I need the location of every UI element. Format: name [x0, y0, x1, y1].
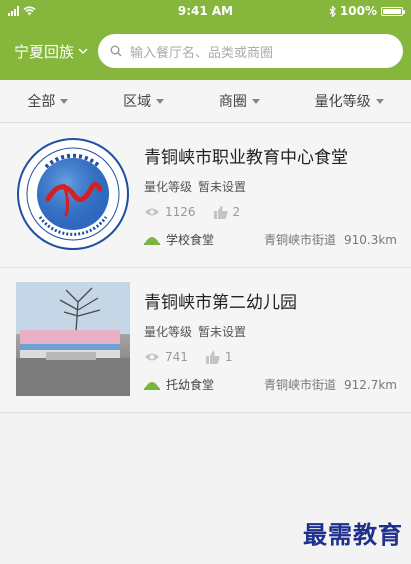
canteen-type: 托幼食堂 — [144, 376, 214, 393]
wifi-icon — [23, 6, 36, 16]
likes-stat: 2 — [213, 205, 241, 219]
stats-row: 741 1 — [144, 350, 397, 364]
dropdown-arrow-icon — [156, 98, 165, 104]
dropdown-arrow-icon — [375, 98, 384, 104]
restaurant-distance: 910.3km — [344, 232, 397, 247]
filter-area[interactable]: 区域 — [123, 91, 165, 111]
eye-icon — [145, 353, 159, 361]
restaurant-address: 青铜峡市街道 — [263, 378, 336, 392]
canteen-type-label: 学校食堂 — [166, 233, 215, 247]
level-label: 量化等级 — [144, 325, 193, 339]
level-value: 暂未设置 — [198, 325, 247, 339]
battery-fill — [383, 8, 401, 14]
school-logo — [16, 137, 130, 251]
filter-quantified-level[interactable]: 量化等级 — [315, 91, 384, 111]
list-item[interactable]: 青铜峡市第二幼儿园 量化等级 暂未设置 741 1 托幼食堂 青铜峡市街道 91… — [0, 268, 411, 413]
search-placeholder: 输入餐厅名、品类或商圈 — [130, 45, 274, 61]
restaurant-address: 青铜峡市街道 — [263, 233, 336, 247]
canteen-type: 学校食堂 — [144, 231, 214, 248]
views-stat: 1126 — [144, 205, 196, 219]
restaurant-meta: 学校食堂 青铜峡市街道 910.3km — [144, 231, 397, 248]
views-count: 1126 — [165, 205, 196, 219]
city-label: 宁夏回族 — [14, 42, 75, 61]
list-item[interactable]: 青铜峡市职业教育中心食堂 量化等级 暂未设置 1126 2 学校食堂 青铜峡市街… — [0, 123, 411, 268]
status-time: 9:41 AM — [177, 4, 234, 18]
restaurant-name: 青铜峡市职业教育中心食堂 — [144, 148, 348, 168]
restaurant-info: 青铜峡市第二幼儿园 量化等级 暂未设置 741 1 托幼食堂 青铜峡市街道 91… — [144, 282, 397, 398]
kindergarten-photo-image — [16, 282, 130, 396]
likes-stat: 1 — [205, 350, 233, 364]
level-label: 量化等级 — [144, 180, 193, 194]
dropdown-arrow-icon — [60, 98, 69, 104]
search-bar[interactable]: 输入餐厅名、品类或商圈 — [98, 34, 403, 68]
filter-all[interactable]: 全部 — [27, 91, 69, 111]
likes-count: 1 — [224, 350, 233, 364]
battery-icon — [381, 6, 405, 16]
signal-icon — [8, 6, 19, 16]
filter-label: 商圈 — [218, 94, 247, 110]
school-emblem-icon — [17, 138, 129, 250]
battery-percent: 100% — [339, 4, 377, 18]
restaurant-list: 青铜峡市职业教育中心食堂 量化等级 暂未设置 1126 2 学校食堂 青铜峡市街… — [0, 123, 411, 413]
status-bar: 9:41 AM 100% — [0, 0, 411, 22]
filter-label: 区域 — [123, 94, 152, 110]
filter-business-district[interactable]: 商圈 — [219, 91, 260, 111]
quantified-level: 量化等级 暂未设置 — [144, 178, 397, 195]
level-value: 暂未设置 — [198, 180, 247, 194]
status-right: 100% — [329, 4, 405, 18]
quantified-level: 量化等级 暂未设置 — [144, 323, 397, 340]
watermark: 最需教育 — [303, 520, 403, 549]
restaurant-name: 青铜峡市第二幼儿园 — [144, 293, 297, 313]
bluetooth-icon — [329, 5, 336, 17]
chevron-down-icon — [78, 47, 88, 54]
kindergarten-photo — [16, 282, 130, 396]
restaurant-distance: 912.7km — [344, 377, 397, 392]
city-selector[interactable]: 宁夏回族 — [14, 41, 88, 62]
restaurant-meta: 托幼食堂 青铜峡市街道 912.7km — [144, 376, 397, 393]
status-left — [8, 6, 36, 16]
views-stat: 741 — [144, 350, 188, 364]
filter-bar: 全部 区域 商圈 量化等级 — [0, 80, 411, 123]
eye-icon — [145, 208, 159, 216]
thumbs-up-icon — [213, 205, 228, 219]
dropdown-arrow-icon — [251, 98, 260, 104]
canteen-type-icon — [144, 382, 160, 390]
restaurant-info: 青铜峡市职业教育中心食堂 量化等级 暂未设置 1126 2 学校食堂 青铜峡市街… — [144, 137, 397, 253]
search-icon — [110, 45, 122, 57]
likes-count: 2 — [232, 205, 241, 219]
stats-row: 1126 2 — [144, 205, 397, 219]
filter-label: 全部 — [27, 94, 56, 110]
header: 宁夏回族 输入餐厅名、品类或商圈 — [0, 22, 411, 80]
restaurant-photo — [16, 282, 130, 396]
canteen-type-icon — [144, 237, 160, 245]
thumbs-up-icon — [205, 350, 220, 364]
views-count: 741 — [165, 350, 188, 364]
canteen-type-label: 托幼食堂 — [166, 378, 215, 392]
filter-label: 量化等级 — [314, 94, 371, 110]
